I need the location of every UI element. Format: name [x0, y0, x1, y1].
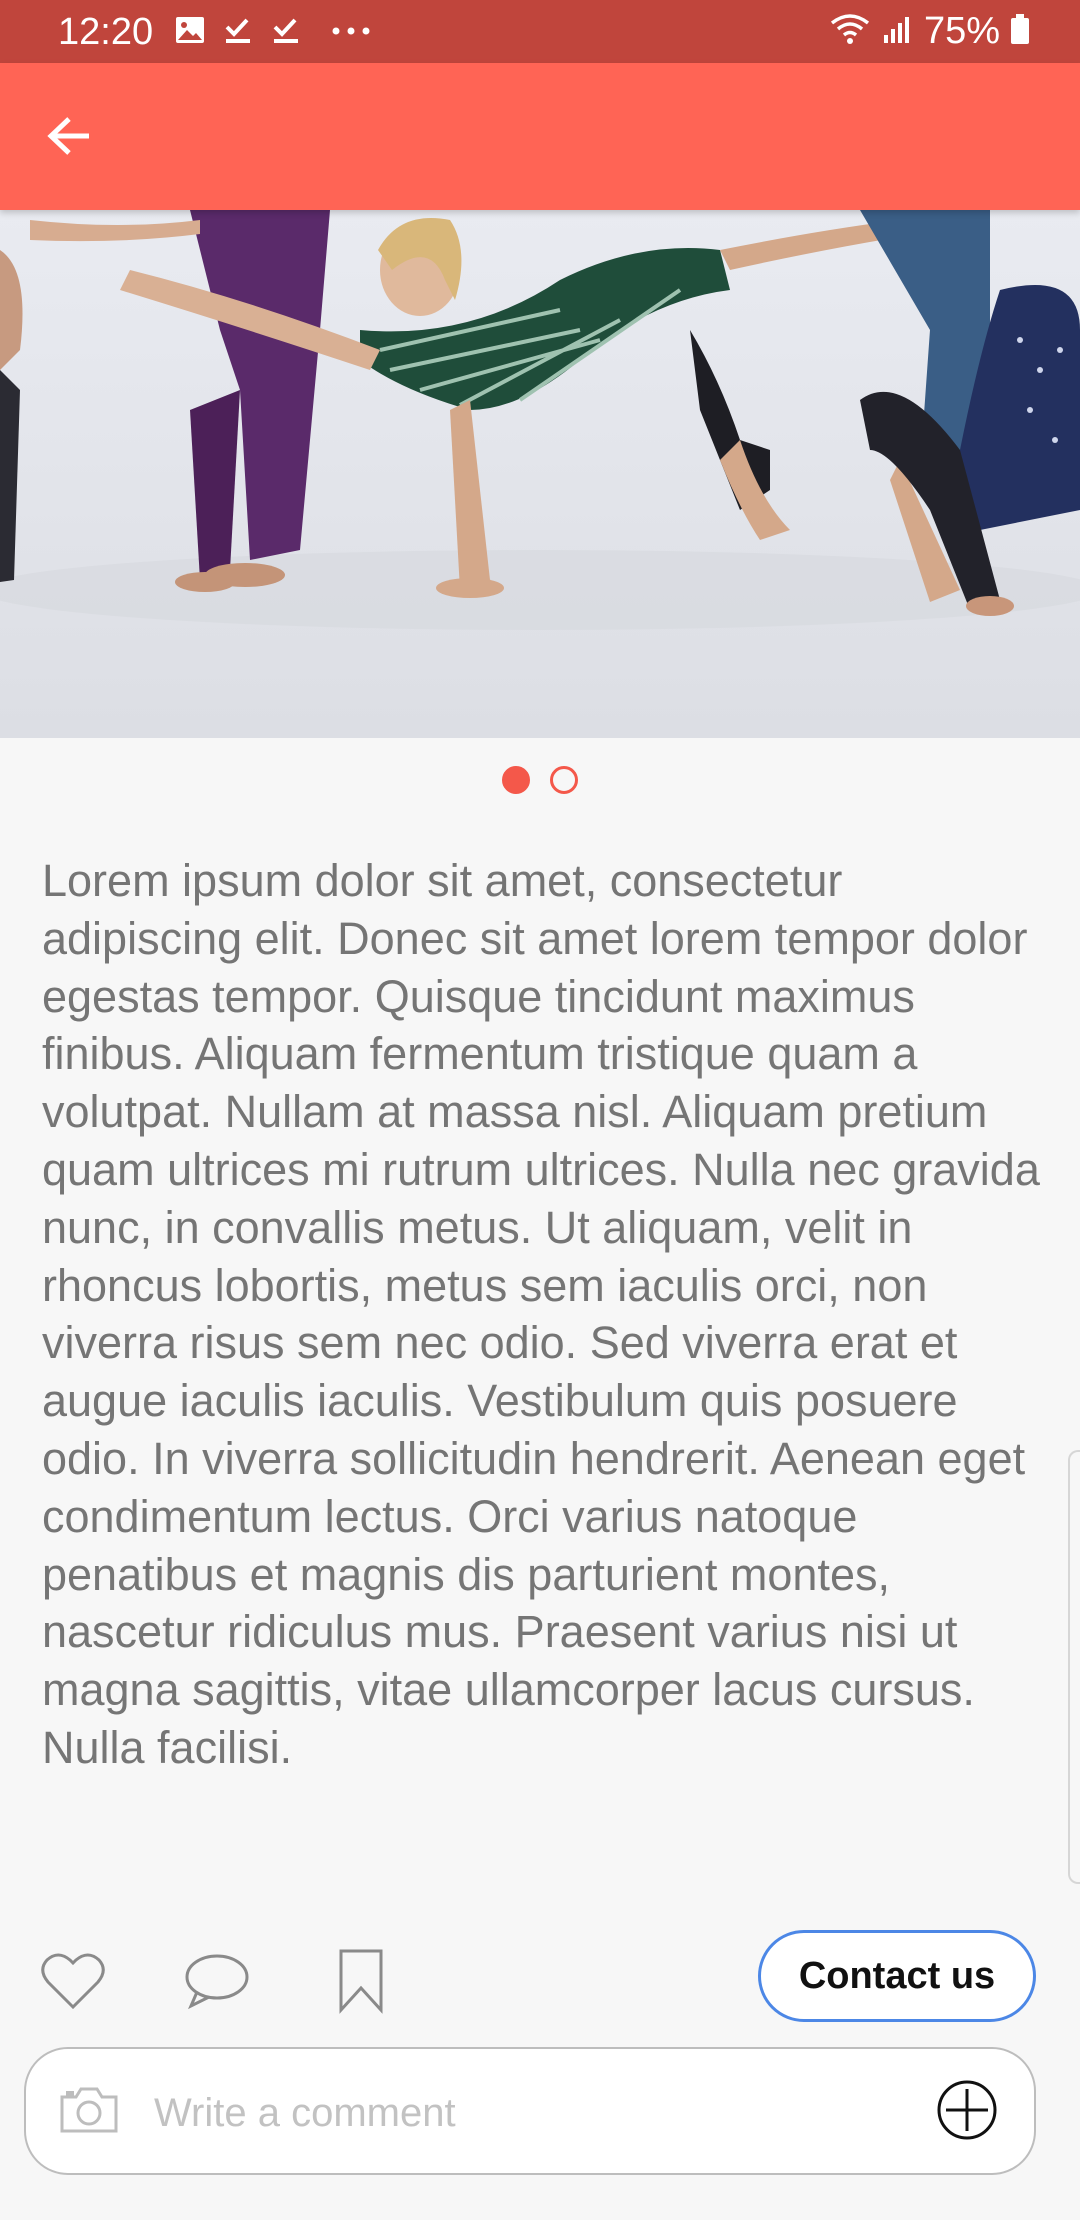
dancers-photo: [0, 210, 1080, 738]
app-bar: [0, 63, 1080, 210]
battery-icon: [1010, 13, 1030, 50]
carousel-dot-1[interactable]: [502, 766, 530, 794]
check-icon: [223, 15, 253, 50]
plus-circle-icon: [936, 2079, 998, 2146]
status-notification-icons: [175, 14, 371, 50]
status-time: 12:20: [58, 11, 154, 53]
post-body-text: Lorem ipsum dolor sit amet, consectetur …: [42, 855, 1040, 1773]
comment-input[interactable]: [152, 2069, 916, 2157]
signal-icon: [882, 13, 914, 50]
camera-icon: [58, 2085, 120, 2140]
back-button[interactable]: [34, 103, 104, 173]
check-icon: [271, 15, 301, 50]
scroll-handle[interactable]: [1068, 1450, 1080, 1884]
status-bar: 12:20 75%: [0, 0, 1080, 63]
action-row: Contact us: [0, 1930, 1080, 2030]
wifi-icon: [828, 11, 872, 52]
carousel-image[interactable]: [0, 210, 1080, 738]
heart-icon: [40, 1951, 106, 2016]
more-icon: [331, 23, 371, 41]
comment-box: [24, 2047, 1036, 2175]
contact-us-button[interactable]: Contact us: [758, 1930, 1036, 2022]
bookmark-icon: [337, 1948, 385, 2019]
arrow-left-icon: [45, 116, 93, 161]
bookmark-button[interactable]: [326, 1948, 396, 2018]
like-button[interactable]: [38, 1948, 108, 2018]
image-icon: [175, 16, 205, 49]
battery-percent: 75%: [923, 10, 1000, 52]
status-system-icons: 75%: [828, 10, 1030, 52]
comment-button[interactable]: [182, 1948, 252, 2018]
carousel-dot-2[interactable]: [550, 766, 578, 794]
camera-button[interactable]: [56, 2079, 122, 2145]
comment-icon: [183, 1952, 251, 2015]
carousel-indicator: [0, 766, 1080, 794]
add-comment-button[interactable]: [934, 2079, 1000, 2145]
